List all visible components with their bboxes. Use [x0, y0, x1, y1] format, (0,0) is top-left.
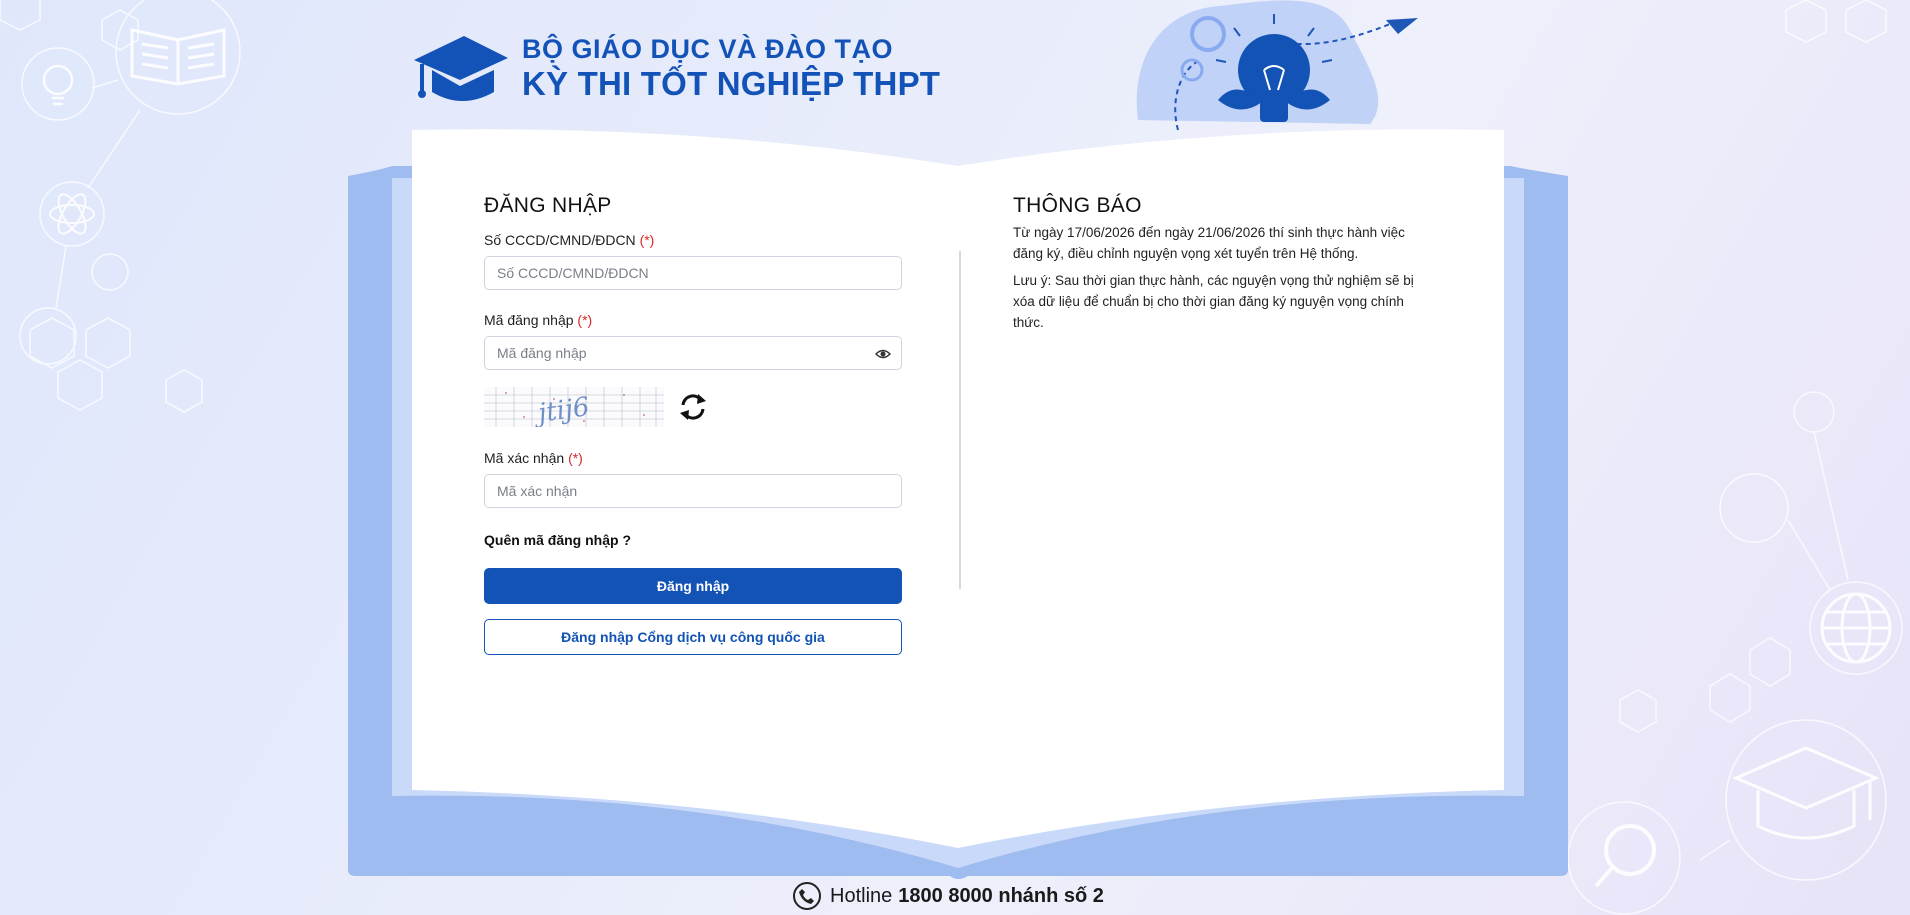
required-mark: (*) [568, 450, 583, 466]
phone-icon [793, 882, 821, 910]
captcha-row: jtij6 [484, 386, 902, 428]
login-title: ĐĂNG NHẬP [484, 194, 612, 217]
login-button[interactable]: Đăng nhập [484, 568, 902, 604]
captcha-text: jtij6 [531, 392, 591, 427]
exam-name: KỲ THI TỐT NGHIỆP THPT [522, 65, 941, 102]
hotline: Hotline 1800 8000 nhánh số 2 [792, 881, 1104, 911]
captcha-image: jtij6 [484, 387, 664, 427]
id-field-wrapper [484, 256, 902, 290]
notice-paragraph-1: Từ ngày 17/06/2026 đến ngày 21/06/2026 t… [1013, 225, 1405, 261]
notice-panel: THÔNG BÁO Từ ngày 17/06/2026 đến ngày 21… [1013, 194, 1433, 339]
required-mark: (*) [639, 232, 655, 248]
book-frame [348, 129, 1568, 879]
id-input[interactable] [485, 257, 901, 289]
notice-paragraph-2: Lưu ý: Sau thời gian thực hành, các nguy… [1013, 273, 1414, 330]
site-header: BỘ GIÁO DỤC VÀ ĐÀO TẠO KỲ THI TỐT NGHIỆP… [412, 30, 940, 106]
hotline-number[interactable]: 1800 8000 nhánh số 2 [898, 885, 1104, 908]
panel-divider [959, 251, 961, 589]
captcha-input[interactable] [485, 475, 901, 507]
forgot-password-link[interactable]: Quên mã đăng nhập ? [484, 532, 631, 548]
required-mark: (*) [577, 312, 593, 328]
password-field-wrapper [484, 336, 902, 370]
national-portal-login-button[interactable]: Đăng nhập Cổng dịch vụ công quốc gia [484, 619, 902, 655]
id-label: Số CCCD/CMND/ĐDCN (*) [484, 232, 655, 248]
notice-title: THÔNG BÁO [1013, 194, 1142, 217]
login-panel: ĐĂNG NHẬP Số CCCD/CMND/ĐDCN (*) Mã đăng … [484, 194, 902, 655]
captcha-field-wrapper [484, 474, 902, 508]
refresh-icon[interactable] [676, 390, 710, 424]
ministry-name: BỘ GIÁO DỤC VÀ ĐÀO TẠO [522, 34, 894, 64]
graduation-cap-icon [414, 36, 508, 101]
password-label: Mã đăng nhập (*) [484, 312, 593, 328]
password-input[interactable] [485, 337, 901, 369]
hotline-prefix: Hotline [830, 884, 893, 907]
eye-icon[interactable] [875, 346, 891, 362]
captcha-label: Mã xác nhận (*) [484, 450, 583, 466]
